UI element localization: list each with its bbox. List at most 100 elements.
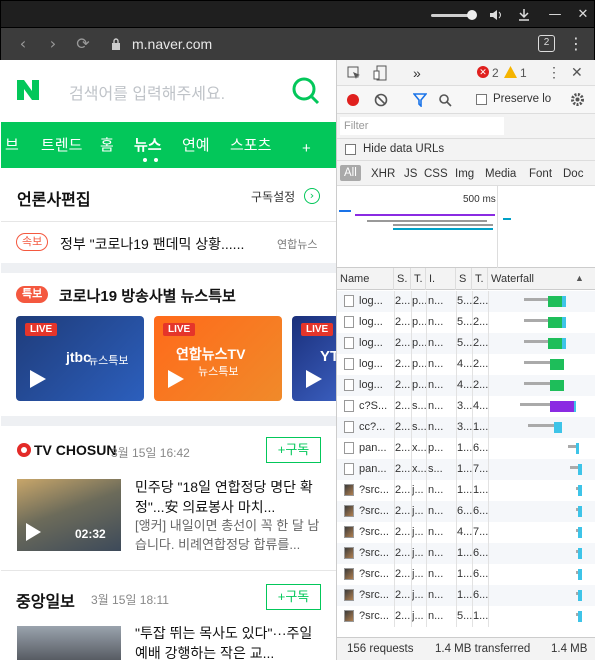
url-field[interactable]: m.naver.com <box>132 36 212 52</box>
timeline-label: 500 ms <box>463 194 496 205</box>
type-img[interactable]: Img <box>455 168 474 180</box>
cell-name: ?src... <box>359 547 389 559</box>
col-status[interactable]: S. <box>394 268 411 290</box>
hide-data-urls-checkbox[interactable] <box>345 144 356 155</box>
browser-menu-icon[interactable]: ⋮ <box>568 34 584 54</box>
close-devtools-icon[interactable]: ✕ <box>571 64 583 81</box>
volume-slider[interactable] <box>431 14 471 17</box>
type-doc[interactable]: Doc <box>563 168 583 180</box>
article-date: 3월 15일 18:11 <box>91 593 169 607</box>
volume-slider-knob[interactable] <box>467 10 477 20</box>
status-requests: 156 requests <box>347 643 414 655</box>
type-js[interactable]: JS <box>404 168 417 180</box>
timeline-overview[interactable]: 500 ms <box>337 186 595 268</box>
col-type[interactable]: T. <box>411 268 426 290</box>
tab-home[interactable]: 홈 <box>100 134 114 155</box>
forward-icon[interactable]: › <box>43 34 63 54</box>
broadcast-card-jtbc[interactable]: LIVE jtbc 뉴스특보 <box>16 316 144 401</box>
warning-icon[interactable] <box>504 66 517 78</box>
type-xhr[interactable]: XHR <box>371 168 395 180</box>
filter-icon[interactable] <box>413 93 427 107</box>
article-thumbnail[interactable] <box>17 626 121 660</box>
press-name[interactable]: 중앙일보 <box>16 588 75 612</box>
subscribe-settings-link[interactable]: 구독설정 <box>251 188 295 205</box>
col-name[interactable]: Name <box>337 268 394 290</box>
tab-entertainment[interactable]: 연예 <box>182 134 210 155</box>
tab-sports[interactable]: 스포츠 <box>230 134 271 155</box>
request-row[interactable]: log... 2... p... n... 5... 2... <box>337 291 595 312</box>
type-css[interactable]: CSS <box>424 168 448 180</box>
warning-count[interactable]: 1 <box>520 66 527 80</box>
request-row[interactable]: pan... 2... x... p... 1... 6... <box>337 438 595 459</box>
device-toolbar-icon[interactable] <box>373 65 387 81</box>
breaking-headline[interactable]: 정부 "코로나19 팬데믹 상황...... <box>60 234 244 254</box>
image-file-icon <box>344 568 354 580</box>
follow-button[interactable]: +구독 <box>266 437 321 463</box>
request-row[interactable]: ?src... 2... j... n... 6... 6... <box>337 501 595 522</box>
more-tabs-button[interactable]: » <box>413 65 421 81</box>
follow-button[interactable]: +구독 <box>266 584 321 610</box>
overview-bar <box>339 210 351 212</box>
reload-icon[interactable]: ⟳ <box>73 34 93 54</box>
request-row[interactable]: c?S... 2... s... n... 3... 4... <box>337 396 595 417</box>
broadcast-card-ytn[interactable]: LIVE YT <box>292 316 336 401</box>
request-row[interactable]: ?src... 2... j... n... 1... 6... <box>337 564 595 585</box>
request-row[interactable]: cc?... 2... s... n... 3... 1... <box>337 417 595 438</box>
settings-gear-icon[interactable] <box>570 92 585 107</box>
broadcast-card-yonhap[interactable]: LIVE 연합뉴스TV 뉴스특보 <box>154 316 282 401</box>
request-row[interactable]: ?src... 2... j... n... 5... 1... <box>337 606 595 627</box>
naver-logo-icon[interactable] <box>15 78 41 102</box>
col-initiator[interactable]: I. <box>426 268 456 290</box>
article-title[interactable]: 민주당 "18일 연합정당 명단 확정"...安 의료봉사 마치... <box>135 477 325 517</box>
press-name[interactable]: TV CHOSUN <box>34 442 116 458</box>
sort-up-icon[interactable]: ▲ <box>575 273 584 283</box>
preserve-log-checkbox[interactable] <box>476 94 487 105</box>
type-media[interactable]: Media <box>485 168 516 180</box>
article-title[interactable]: "투잡 뛰는 목사도 있다"···주일예배 강행하는 작은 교... <box>135 623 325 660</box>
request-row[interactable]: ?src... 2... j... n... 1... 6... <box>337 543 595 564</box>
close-window-icon[interactable]: ✕ <box>574 6 592 24</box>
request-row[interactable]: log... 2... p... n... 5... 2... <box>337 312 595 333</box>
error-icon[interactable]: ✕ <box>477 66 489 78</box>
request-row[interactable]: ?src... 2... j... n... 1... 6... <box>337 585 595 606</box>
column-separator <box>394 354 395 375</box>
column-separator <box>411 417 412 438</box>
request-row[interactable]: log... 2... p... n... 4... 2... <box>337 354 595 375</box>
request-row[interactable]: log... 2... p... n... 4... 2... <box>337 375 595 396</box>
error-count[interactable]: 2 <box>492 66 499 80</box>
type-all[interactable]: All <box>340 165 361 181</box>
inspect-element-icon[interactable] <box>347 66 361 80</box>
request-row[interactable]: pan... 2... x... s... 1... 7... <box>337 459 595 480</box>
tab-partial[interactable]: 브 <box>5 134 19 155</box>
search-icon[interactable] <box>291 76 321 106</box>
record-icon[interactable] <box>347 94 359 106</box>
devtools-menu-icon[interactable]: ⋮ <box>547 64 561 81</box>
clear-icon[interactable] <box>374 93 388 107</box>
filter-input[interactable]: Filter <box>340 117 504 135</box>
search-icon[interactable] <box>438 93 452 107</box>
article-thumbnail[interactable]: 02:32 <box>17 479 121 551</box>
back-icon[interactable]: ‹ <box>13 34 33 54</box>
tab-news[interactable]: 뉴스 <box>134 134 162 155</box>
search-input[interactable]: 검색어를 입력해주세요. <box>69 80 225 104</box>
request-row[interactable]: log... 2... p... n... 5... 2... <box>337 333 595 354</box>
add-tab-button[interactable]: + <box>302 134 311 164</box>
type-font[interactable]: Font <box>529 168 552 180</box>
tvchosun-logo-icon <box>17 443 31 457</box>
chevron-right-icon[interactable]: › <box>304 188 320 204</box>
tab-count-button[interactable]: 2 <box>538 35 555 52</box>
file-icon <box>344 400 354 412</box>
column-separator <box>456 438 457 459</box>
tab-trend[interactable]: 트렌드 <box>41 134 82 155</box>
request-row[interactable]: ?src... 2... j... n... 1... 1... <box>337 480 595 501</box>
column-separator <box>394 375 395 396</box>
col-time[interactable]: T. <box>472 268 488 290</box>
network-icon[interactable] <box>517 8 531 22</box>
speaker-icon[interactable] <box>489 9 503 21</box>
request-row[interactable]: ?src... 2... j... n... 4... 7... <box>337 522 595 543</box>
col-size[interactable]: S <box>456 268 472 290</box>
column-separator <box>426 480 427 501</box>
file-icon <box>344 337 354 349</box>
column-separator <box>394 459 395 480</box>
minimize-icon[interactable]: — <box>546 6 564 24</box>
